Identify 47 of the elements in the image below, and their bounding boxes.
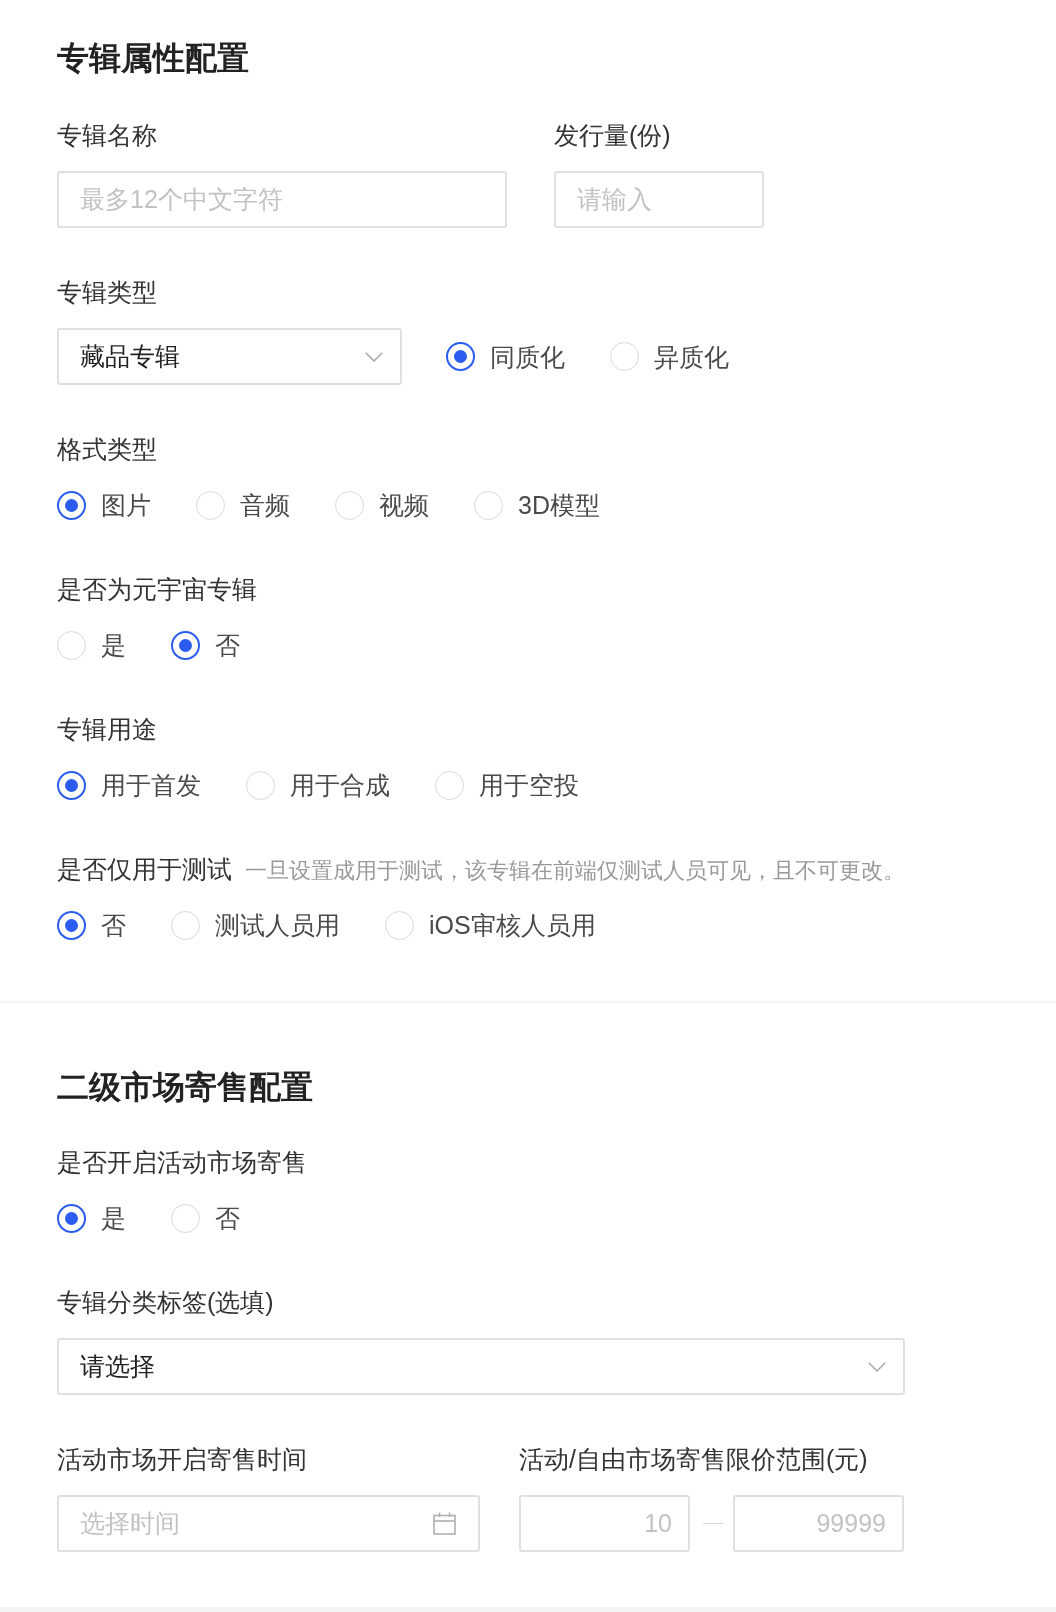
field-label: 活动/自由市场寄售限价范围(元): [519, 1444, 868, 1475]
radio-option[interactable]: 异质化: [610, 340, 729, 373]
dropdown-select[interactable]: 藏品专辑: [57, 328, 402, 385]
radio-icon[interactable]: [57, 910, 86, 940]
radio-icon[interactable]: [57, 1203, 86, 1233]
radio-option[interactable]: 否: [57, 909, 126, 941]
radio-icon[interactable]: [57, 490, 86, 520]
field-label: 是否为元宇宙专辑: [57, 574, 257, 605]
radio-icon[interactable]: [446, 342, 475, 371]
radio-option[interactable]: 音频: [196, 489, 290, 521]
section-title: 专辑属性配置: [57, 39, 249, 78]
field-label: 是否仅用于测试: [57, 854, 232, 885]
radio-option[interactable]: 同质化: [446, 340, 565, 373]
field-label: 专辑类型: [57, 277, 157, 308]
chevron-down-icon: [868, 1361, 886, 1372]
radio-option[interactable]: 视频: [335, 489, 429, 521]
radio-option[interactable]: 图片: [57, 489, 151, 521]
field-label: 格式类型: [57, 434, 157, 465]
field-label: 活动市场开启寄售时间: [57, 1444, 307, 1475]
min-price-input[interactable]: 10: [519, 1495, 690, 1552]
date-input[interactable]: 选择时间: [57, 1495, 480, 1552]
field-label: 专辑用途: [57, 714, 157, 745]
radio-option[interactable]: 否: [171, 1202, 240, 1234]
radio-option[interactable]: 是: [57, 629, 126, 661]
max-price-input[interactable]: 99999: [733, 1495, 904, 1552]
radio-option[interactable]: 否: [171, 629, 240, 661]
radio-option[interactable]: 用于首发: [57, 769, 201, 801]
calendar-icon: [433, 1512, 456, 1535]
range-separator: [703, 1523, 723, 1524]
radio-option[interactable]: 用于空投: [435, 769, 579, 801]
section-title: 二级市场寄售配置: [57, 1068, 313, 1107]
radio-icon[interactable]: [57, 770, 86, 800]
radio-option[interactable]: iOS审核人员用: [385, 909, 596, 941]
field-label: 是否开启活动市场寄售: [57, 1147, 307, 1178]
radio-option[interactable]: 测试人员用: [171, 909, 340, 941]
radio-option[interactable]: 是: [57, 1202, 126, 1234]
field-label: 专辑名称: [57, 120, 157, 151]
dropdown-select[interactable]: 请选择: [57, 1338, 905, 1395]
text-input[interactable]: 最多12个中文字符: [57, 171, 507, 228]
text-input[interactable]: 请输入: [554, 171, 764, 228]
radio-option[interactable]: 用于合成: [246, 769, 390, 801]
radio-icon[interactable]: [171, 630, 200, 660]
chevron-down-icon: [365, 351, 383, 362]
field-hint: 一旦设置成用于测试，该专辑在前端仅测试人员可见，且不可更改。: [245, 857, 905, 885]
field-label: 发行量(份): [554, 120, 671, 151]
field-label: 专辑分类标签(选填): [57, 1287, 274, 1318]
radio-option[interactable]: 3D模型: [474, 489, 600, 521]
